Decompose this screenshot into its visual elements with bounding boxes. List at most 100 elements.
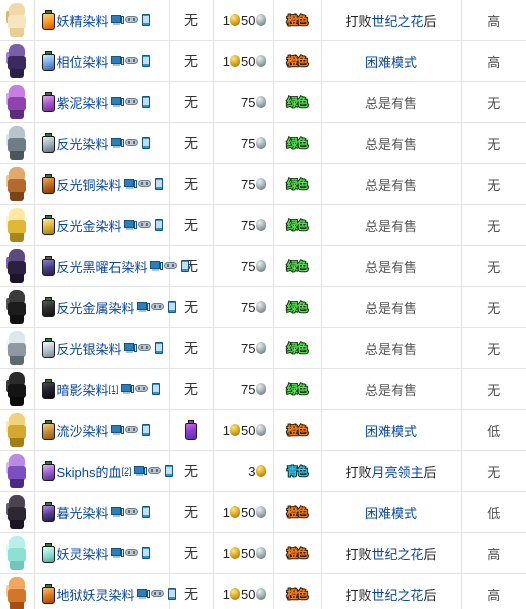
source-link[interactable]: 困难模式: [365, 421, 417, 440]
quality-text: 无: [487, 464, 501, 480]
item-link[interactable]: 地狱妖灵染料: [57, 585, 135, 604]
price-cell: 75: [213, 286, 274, 328]
source-suffix: 后: [423, 587, 437, 603]
source-link[interactable]: 困难模式: [365, 503, 417, 522]
silver-coin-icon: [255, 137, 266, 149]
table-row: 反光金染料 无 75 绿色 总是有售 无: [0, 204, 526, 246]
item-link[interactable]: 相位染料: [57, 52, 109, 71]
material-text: 无: [184, 96, 198, 111]
price-cell: 1 50: [213, 573, 274, 609]
console-icon: [124, 14, 138, 26]
mobile-icon: [178, 260, 191, 272]
item-sprite-cell: [0, 204, 35, 246]
quality-text: 低: [487, 505, 501, 521]
material-item-icon[interactable]: [184, 420, 198, 440]
character-sprite: [6, 413, 28, 447]
console-icon: [124, 96, 138, 108]
silver-coin-icon: [255, 96, 266, 108]
console-icon: [137, 342, 151, 354]
material-text: 无: [184, 383, 198, 398]
source-cell: 困难模式: [321, 491, 462, 533]
console-icon: [150, 301, 164, 313]
quality-cell: 无: [461, 122, 526, 164]
price-amount: 75: [241, 258, 256, 274]
rarity-badge: 橙色: [286, 587, 309, 601]
gold-coin-icon: [230, 14, 241, 26]
rarity-badge: 绿色: [286, 95, 309, 109]
item-name-cell: 妖灵染料: [34, 532, 170, 574]
desktop-icon: [136, 588, 150, 600]
source-link[interactable]: 月亮领主: [371, 462, 423, 481]
source-suffix: 后: [423, 546, 437, 562]
price-cell: 75: [213, 327, 274, 369]
source-suffix: 总是有售: [364, 382, 417, 398]
item-link[interactable]: Skiphs的血: [57, 462, 122, 481]
item-link[interactable]: 反光染料: [57, 134, 109, 153]
quality-cell: 低: [461, 409, 526, 451]
gold-coin-icon: [230, 424, 241, 436]
rarity-cell: 橙色: [273, 532, 322, 574]
source-suffix: 总是有售: [364, 136, 417, 152]
rarity-badge: 橙色: [286, 423, 309, 437]
quality-cell: 低: [461, 491, 526, 533]
console-icon: [163, 260, 177, 272]
quality-text: 无: [487, 95, 501, 111]
source-link[interactable]: 困难模式: [365, 52, 417, 71]
rarity-cell: 橙色: [273, 409, 322, 451]
mobile-icon: [139, 14, 152, 26]
item-sprite-cell: [0, 409, 35, 451]
rarity-cell: 绿色: [273, 122, 322, 164]
item-link[interactable]: 反光铜染料: [57, 175, 122, 194]
item-link[interactable]: 紫泥染料: [57, 93, 109, 112]
source-prefix: 打败: [345, 464, 372, 480]
gold-coin-icon: [230, 506, 241, 518]
item-link[interactable]: 妖精染料: [57, 11, 109, 30]
gold-coin-icon: [255, 465, 266, 477]
table-row: 反光染料 无 75 绿色 总是有售 无: [0, 122, 526, 164]
item-link[interactable]: 暗影染料: [57, 380, 109, 399]
item-link[interactable]: 暮光染料: [57, 503, 109, 522]
price-amount: 75: [241, 217, 256, 233]
console-icon: [124, 547, 138, 559]
source-link[interactable]: 世纪之花: [371, 544, 423, 563]
price-cell: 75: [213, 81, 274, 123]
rarity-cell: 绿色: [273, 163, 322, 205]
source-suffix: 总是有售: [364, 341, 417, 357]
item-name-cell: 紫泥染料: [34, 81, 170, 123]
table-row: 暗影染料 [1] 无 75 绿色 总是有售 无: [0, 368, 526, 410]
rarity-cell: 橙色: [273, 40, 322, 82]
item-link[interactable]: 流沙染料: [57, 421, 109, 440]
platform-icons: [110, 137, 152, 149]
character-sprite: [6, 3, 28, 37]
price-amount: 75: [241, 135, 256, 151]
rarity-badge: 橙色: [286, 505, 309, 519]
source-prefix: 打败: [345, 13, 372, 29]
source-suffix: 总是有售: [364, 218, 417, 234]
price-amount: 1: [222, 586, 231, 602]
dye-bottle-icon: [41, 10, 56, 30]
source-link[interactable]: 世纪之花: [371, 585, 423, 604]
rarity-cell: 橙色: [273, 573, 322, 609]
desktop-icon: [149, 260, 163, 272]
desktop-icon: [110, 424, 124, 436]
price-amount: 75: [241, 340, 256, 356]
item-link[interactable]: 反光黑曜石染料: [57, 257, 148, 276]
character-sprite: [6, 44, 28, 78]
platform-icons: [123, 342, 165, 354]
item-name-cell: 流沙染料: [34, 409, 170, 451]
item-link[interactable]: 反光银染料: [57, 339, 122, 358]
dye-items-table: 妖精染料无 1 50 橙色 打败 世纪之花后高相位染料无 1 50 橙色 困难模式高紫泥染料无 75…: [0, 0, 526, 609]
desktop-icon: [110, 506, 124, 518]
item-link[interactable]: 反光金染料: [57, 216, 122, 235]
material-cell: 无: [169, 327, 214, 369]
quality-cell: 无: [461, 81, 526, 123]
platform-icons: [110, 96, 152, 108]
item-link[interactable]: 妖灵染料: [57, 544, 109, 563]
item-link[interactable]: 反光金属染料: [57, 298, 135, 317]
rarity-badge: 橙色: [286, 54, 309, 68]
item-sprite-cell: [0, 81, 35, 123]
character-sprite: [6, 577, 28, 609]
mobile-icon: [149, 383, 162, 395]
table-row: 反光金属染料 无 75 绿色 总是有售 无: [0, 286, 526, 328]
source-link[interactable]: 世纪之花: [371, 11, 423, 30]
